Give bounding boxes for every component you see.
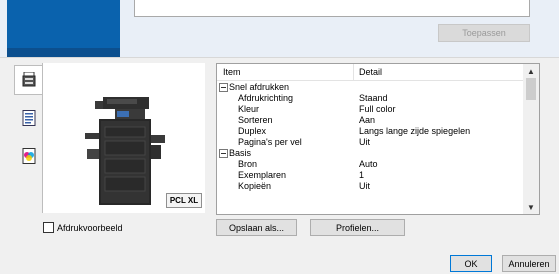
- table-row[interactable]: Kleur Full color: [217, 104, 523, 115]
- print-preview-checkbox[interactable]: Afdrukvoorbeeld: [43, 222, 123, 233]
- row-item: Kleur: [238, 104, 260, 114]
- row-item: Afdrukrichting: [238, 93, 294, 103]
- table-row[interactable]: Duplex Langs lange zijde spiegelen: [217, 126, 523, 137]
- apply-button: Toepassen: [438, 24, 530, 42]
- row-detail: Uit: [359, 137, 370, 147]
- checkbox-label: Afdrukvoorbeeld: [57, 222, 123, 233]
- row-detail: 1: [359, 170, 365, 180]
- tab-document[interactable]: [14, 103, 44, 133]
- table-row[interactable]: Pagina's per vel Uit: [217, 137, 523, 148]
- document-list-icon: [22, 110, 36, 126]
- collapse-icon[interactable]: [219, 83, 228, 92]
- col-header-item[interactable]: Item: [223, 67, 241, 77]
- row-item: Duplex: [238, 126, 267, 136]
- checkbox-box[interactable]: [43, 222, 54, 233]
- settings-grid: Item Detail Snel afdrukken Afdrukrichtin…: [216, 63, 540, 215]
- row-item: Basis: [229, 148, 252, 158]
- row-item: Snel afdrukken: [229, 82, 290, 92]
- vertical-scrollbar[interactable]: ▲ ▼: [523, 64, 539, 214]
- table-row[interactable]: Kopieën Uit: [217, 181, 523, 192]
- scroll-up-icon[interactable]: ▲: [523, 64, 539, 78]
- scroll-thumb[interactable]: [526, 78, 536, 100]
- row-item: Exemplaren: [238, 170, 287, 180]
- row-detail: Uit: [359, 181, 370, 191]
- tab-printer[interactable]: [14, 65, 44, 95]
- tab-color[interactable]: [14, 141, 44, 171]
- row-item: Kopieën: [238, 181, 272, 191]
- header-blue-panel: [7, 0, 120, 57]
- table-row[interactable]: Exemplaren 1: [217, 170, 523, 181]
- row-item: Pagina's per vel: [238, 137, 302, 147]
- row-detail: Langs lange zijde spiegelen: [359, 126, 471, 136]
- row-detail: Auto: [359, 159, 378, 169]
- printer-icon: [22, 72, 36, 87]
- scroll-down-icon[interactable]: ▼: [523, 200, 539, 214]
- group-row[interactable]: Basis: [217, 148, 523, 159]
- header-blue-strip: [7, 48, 120, 57]
- table-row[interactable]: Sorteren Aan: [217, 115, 523, 126]
- table-row[interactable]: Bron Auto: [217, 159, 523, 170]
- row-item: Bron: [238, 159, 258, 169]
- color-icon: [22, 148, 36, 164]
- grid-header: Item Detail: [217, 64, 523, 81]
- ok-button[interactable]: OK: [450, 255, 492, 272]
- divider: [0, 57, 559, 58]
- save-as-button[interactable]: Opslaan als...: [216, 219, 297, 236]
- printer-preview: PCL XL: [43, 63, 205, 213]
- pcl-badge: PCL XL: [166, 193, 202, 208]
- collapse-icon[interactable]: [219, 149, 228, 158]
- group-row[interactable]: Snel afdrukken: [217, 82, 523, 93]
- row-detail: Staand: [359, 93, 388, 103]
- row-item: Sorteren: [238, 115, 273, 125]
- row-detail: Full color: [359, 104, 396, 114]
- cancel-button[interactable]: Annuleren: [502, 255, 556, 272]
- printer-image: [85, 97, 165, 205]
- row-detail: Aan: [359, 115, 376, 125]
- table-row[interactable]: Afdrukrichting Staand: [217, 93, 523, 104]
- description-textbox[interactable]: [134, 0, 530, 17]
- col-header-detail[interactable]: Detail: [359, 67, 382, 77]
- profiles-button[interactable]: Profielen...: [310, 219, 405, 236]
- column-divider[interactable]: [353, 64, 354, 80]
